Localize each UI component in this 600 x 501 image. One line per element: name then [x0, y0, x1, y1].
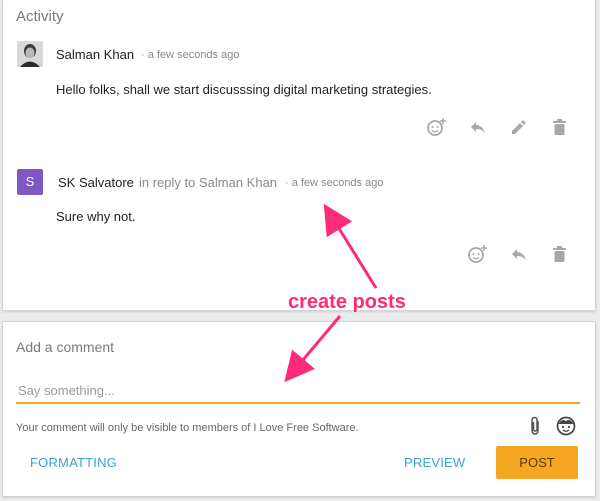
annotation-arrow-up	[323, 203, 378, 289]
annotation-label: create posts	[288, 291, 406, 313]
annotation-arrows	[284, 203, 378, 383]
annotation-arrow-down	[284, 315, 342, 383]
